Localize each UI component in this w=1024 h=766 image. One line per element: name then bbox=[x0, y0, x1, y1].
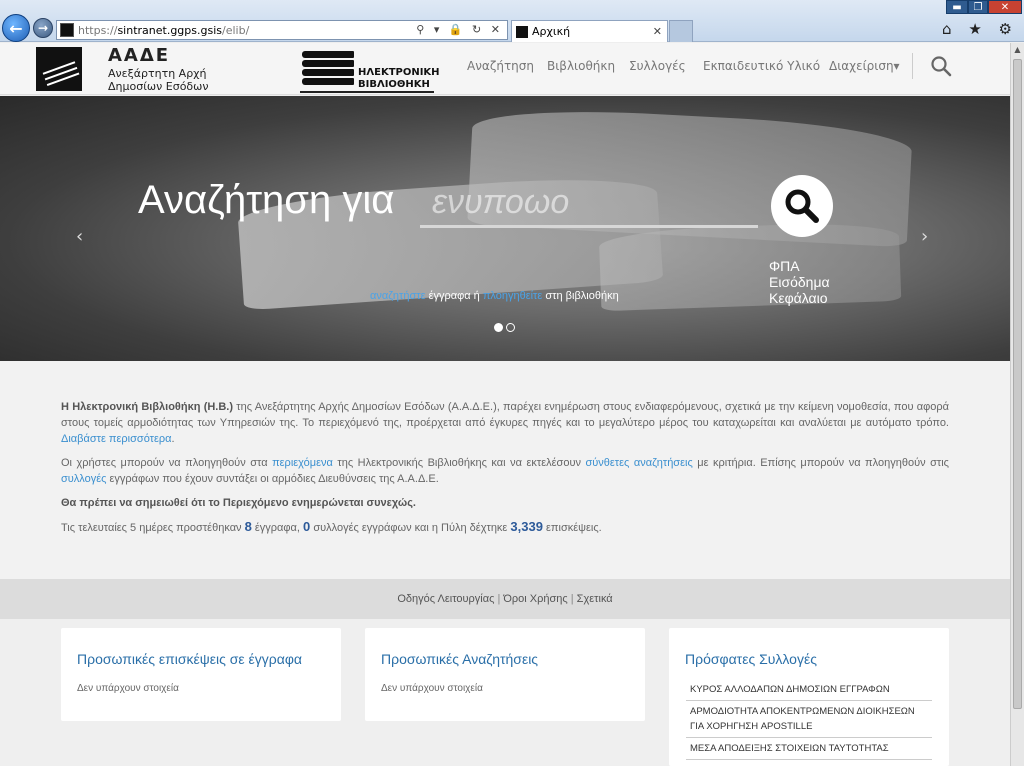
cards-section: Προσωπικές επισκέψεις σε έγγραφα Δεν υπά… bbox=[0, 619, 1010, 766]
org-name: Ανεξάρτητη Αρχή Δημοσίων Εσόδων bbox=[108, 67, 209, 93]
window-maximize-button[interactable]: ❐ bbox=[968, 0, 988, 14]
url-scheme: https:// bbox=[78, 23, 118, 37]
list-item[interactable]: ΜΕΣΑ ΑΠΟΔΕΙΞΗΣ ΣΤΟΙΧΕΙΩΝ ΤΑΥΤΟΤΗΤΑΣ bbox=[686, 738, 932, 760]
suggested-term[interactable]: Κεφάλαιο bbox=[769, 290, 830, 306]
about-link[interactable]: Σχετικά bbox=[577, 593, 613, 605]
carousel-next-icon[interactable]: › bbox=[921, 226, 928, 247]
footer-links-bar: Οδηγός Λειτουργίας | Όροι Χρήσης | Σχετι… bbox=[0, 579, 1010, 619]
card-title: Προσωπικές επισκέψεις σε έγγραφα bbox=[77, 651, 302, 667]
advanced-search-link[interactable]: σύνθετες αναζητήσεις bbox=[585, 457, 692, 469]
personal-visits-card: Προσωπικές επισκέψεις σε έγγραφα Δεν υπά… bbox=[61, 628, 341, 721]
forward-arrow-icon: → bbox=[37, 21, 49, 35]
new-tab-button[interactable] bbox=[669, 20, 693, 42]
list-item[interactable]: ΑΡΜΟΔΙΟΤΗΤΑ ΑΠΟΚΕΝΤΡΩΜΕΝΩΝ ΔΙΟΙΚΗΣΕΩΝ ΓΙ… bbox=[686, 701, 932, 738]
guide-link[interactable]: Οδηγός Λειτουργίας bbox=[397, 593, 494, 605]
browse-link[interactable]: πλοηγηθείτε bbox=[483, 290, 543, 302]
background-book-image bbox=[598, 220, 902, 312]
suggested-term[interactable]: Εισόδημα bbox=[769, 274, 830, 290]
hero-search-input[interactable] bbox=[420, 180, 758, 228]
docs-added-count: 8 bbox=[244, 519, 252, 534]
nav-search[interactable]: Αναζήτηση bbox=[467, 59, 534, 73]
carousel-dot[interactable] bbox=[506, 323, 515, 332]
chevron-down-icon: ▾ bbox=[893, 59, 900, 73]
forward-button[interactable]: → bbox=[33, 18, 53, 38]
tab-title: Αρχική bbox=[532, 25, 571, 38]
hero-heading: Αναζήτηση για bbox=[138, 178, 395, 222]
search-icon[interactable] bbox=[930, 55, 952, 77]
window-close-button[interactable]: ✕ bbox=[988, 0, 1022, 14]
intro-paragraph: Η Ηλεκτρονική Βιβλιοθήκη (Η.Β.) της Ανεξ… bbox=[61, 401, 949, 445]
list-item[interactable]: ΚΥΡΟΣ ΑΛΛΟΔΑΠΩΝ ΔΗΜΟΣΙΩΝ ΕΓΓΡΑΦΩΝ bbox=[686, 679, 932, 701]
nav-collections[interactable]: Συλλογές bbox=[629, 59, 686, 73]
recent-collections-card: Πρόσφατες Συλλογές ΚΥΡΟΣ ΑΛΛΟΔΑΠΩΝ ΔΗΜΟΣ… bbox=[669, 628, 949, 766]
suggested-term[interactable]: ΦΠΑ bbox=[769, 258, 830, 274]
url-host: sintranet.ggps.gsis bbox=[117, 23, 222, 37]
carousel-dot[interactable] bbox=[494, 323, 503, 332]
back-arrow-icon: ← bbox=[9, 18, 23, 38]
home-favorites-tools-icons[interactable]: ⌂ ★ ⚙ bbox=[942, 20, 1018, 38]
scroll-thumb[interactable] bbox=[1013, 59, 1022, 709]
empty-state: Δεν υπάρχουν στοιχεία bbox=[77, 683, 179, 694]
search-icon bbox=[785, 189, 819, 223]
elib-logo[interactable]: ΗΛΕΚΤΡΟΝΙΚΗ ΒΙΒΛΙΟΘΗΚΗ bbox=[300, 47, 440, 93]
search-link[interactable]: αναζητήστε bbox=[370, 290, 426, 302]
window-minimize-button[interactable]: ▬ bbox=[946, 0, 968, 14]
hero-subtitle: αναζητήστε έγγραφα ή πλοηγηθείτε στη βιβ… bbox=[370, 290, 619, 302]
read-more-link[interactable]: Διαβάστε περισσότερα bbox=[61, 433, 172, 445]
site-header: ΑΑΔΕ Ανεξάρτητη Αρχή Δημοσίων Εσόδων ΗΛΕ… bbox=[0, 43, 1010, 95]
hero-carousel: Αναζήτηση για ΦΠΑ Εισόδημα Κεφάλαιο αναζ… bbox=[0, 96, 1010, 361]
hero-suggested-terms: ΦΠΑ Εισόδημα Κεφάλαιο bbox=[769, 258, 830, 306]
books-icon bbox=[302, 49, 354, 89]
back-button[interactable]: ← bbox=[2, 14, 30, 42]
terms-link[interactable]: Όροι Χρήσης bbox=[503, 593, 567, 605]
intro-section: Η Ηλεκτρονική Βιβλιοθήκη (Η.Β.) της Ανεξ… bbox=[0, 361, 1010, 579]
contents-link[interactable]: περιεχόμενα bbox=[272, 457, 333, 469]
carousel-indicators bbox=[494, 323, 515, 332]
browser-tab[interactable]: Αρχική ✕ bbox=[511, 20, 668, 42]
tab-close-icon[interactable]: ✕ bbox=[653, 25, 662, 38]
visits-count: 3,339 bbox=[510, 519, 543, 534]
site-favicon-icon bbox=[60, 23, 74, 37]
address-bar[interactable]: https://sintranet.ggps.gsis/elib/ ⚲ ▾ 🔒 … bbox=[56, 20, 508, 40]
aade-logo[interactable] bbox=[36, 47, 82, 91]
hero-search-button[interactable] bbox=[771, 175, 833, 237]
nav-educational-material[interactable]: Εκπαιδευτικό Υλικό bbox=[703, 59, 820, 73]
tab-favicon-icon bbox=[516, 25, 528, 38]
stats-line: Τις τελευταίες 5 ημέρες προστέθηκαν 8 έγ… bbox=[61, 519, 602, 534]
collections-link[interactable]: συλλογές bbox=[61, 473, 106, 485]
scroll-up-arrow-icon[interactable]: ▲ bbox=[1011, 43, 1024, 57]
carousel-prev-icon[interactable]: ‹ bbox=[76, 226, 83, 247]
browser-chrome: ← → https://sintranet.ggps.gsis/elib/ ⚲ … bbox=[0, 0, 1024, 42]
org-abbreviation: ΑΑΔΕ bbox=[108, 45, 171, 66]
vertical-scrollbar[interactable]: ▲ bbox=[1010, 43, 1024, 766]
url-path: /elib/ bbox=[222, 23, 250, 37]
card-title: Προσωπικές Αναζητήσεις bbox=[381, 651, 539, 667]
empty-state: Δεν υπάρχουν στοιχεία bbox=[381, 683, 483, 694]
recent-collections-list: ΚΥΡΟΣ ΑΛΛΟΔΑΠΩΝ ΔΗΜΟΣΙΩΝ ΕΓΓΡΑΦΩΝ ΑΡΜΟΔΙ… bbox=[686, 679, 932, 760]
nav-admin[interactable]: Διαχείριση▾ bbox=[829, 59, 900, 73]
nav-divider bbox=[912, 53, 913, 79]
personal-searches-card: Προσωπικές Αναζητήσεις Δεν υπάρχουν στοι… bbox=[365, 628, 645, 721]
update-note: Θα πρέπει να σημειωθεί ότι το Περιεχόμεν… bbox=[61, 497, 416, 509]
card-title: Πρόσφατες Συλλογές bbox=[685, 651, 817, 667]
nav-library[interactable]: Βιβλιοθήκη bbox=[547, 59, 615, 73]
address-bar-icons[interactable]: ⚲ ▾ 🔒 ↻ ✕ bbox=[416, 23, 503, 36]
usage-paragraph: Οι χρήστες μπορούν να πλοηγηθούν στα περ… bbox=[61, 457, 949, 485]
elib-logo-text: ΗΛΕΚΤΡΟΝΙΚΗ ΒΙΒΛΙΟΘΗΚΗ bbox=[358, 67, 440, 90]
